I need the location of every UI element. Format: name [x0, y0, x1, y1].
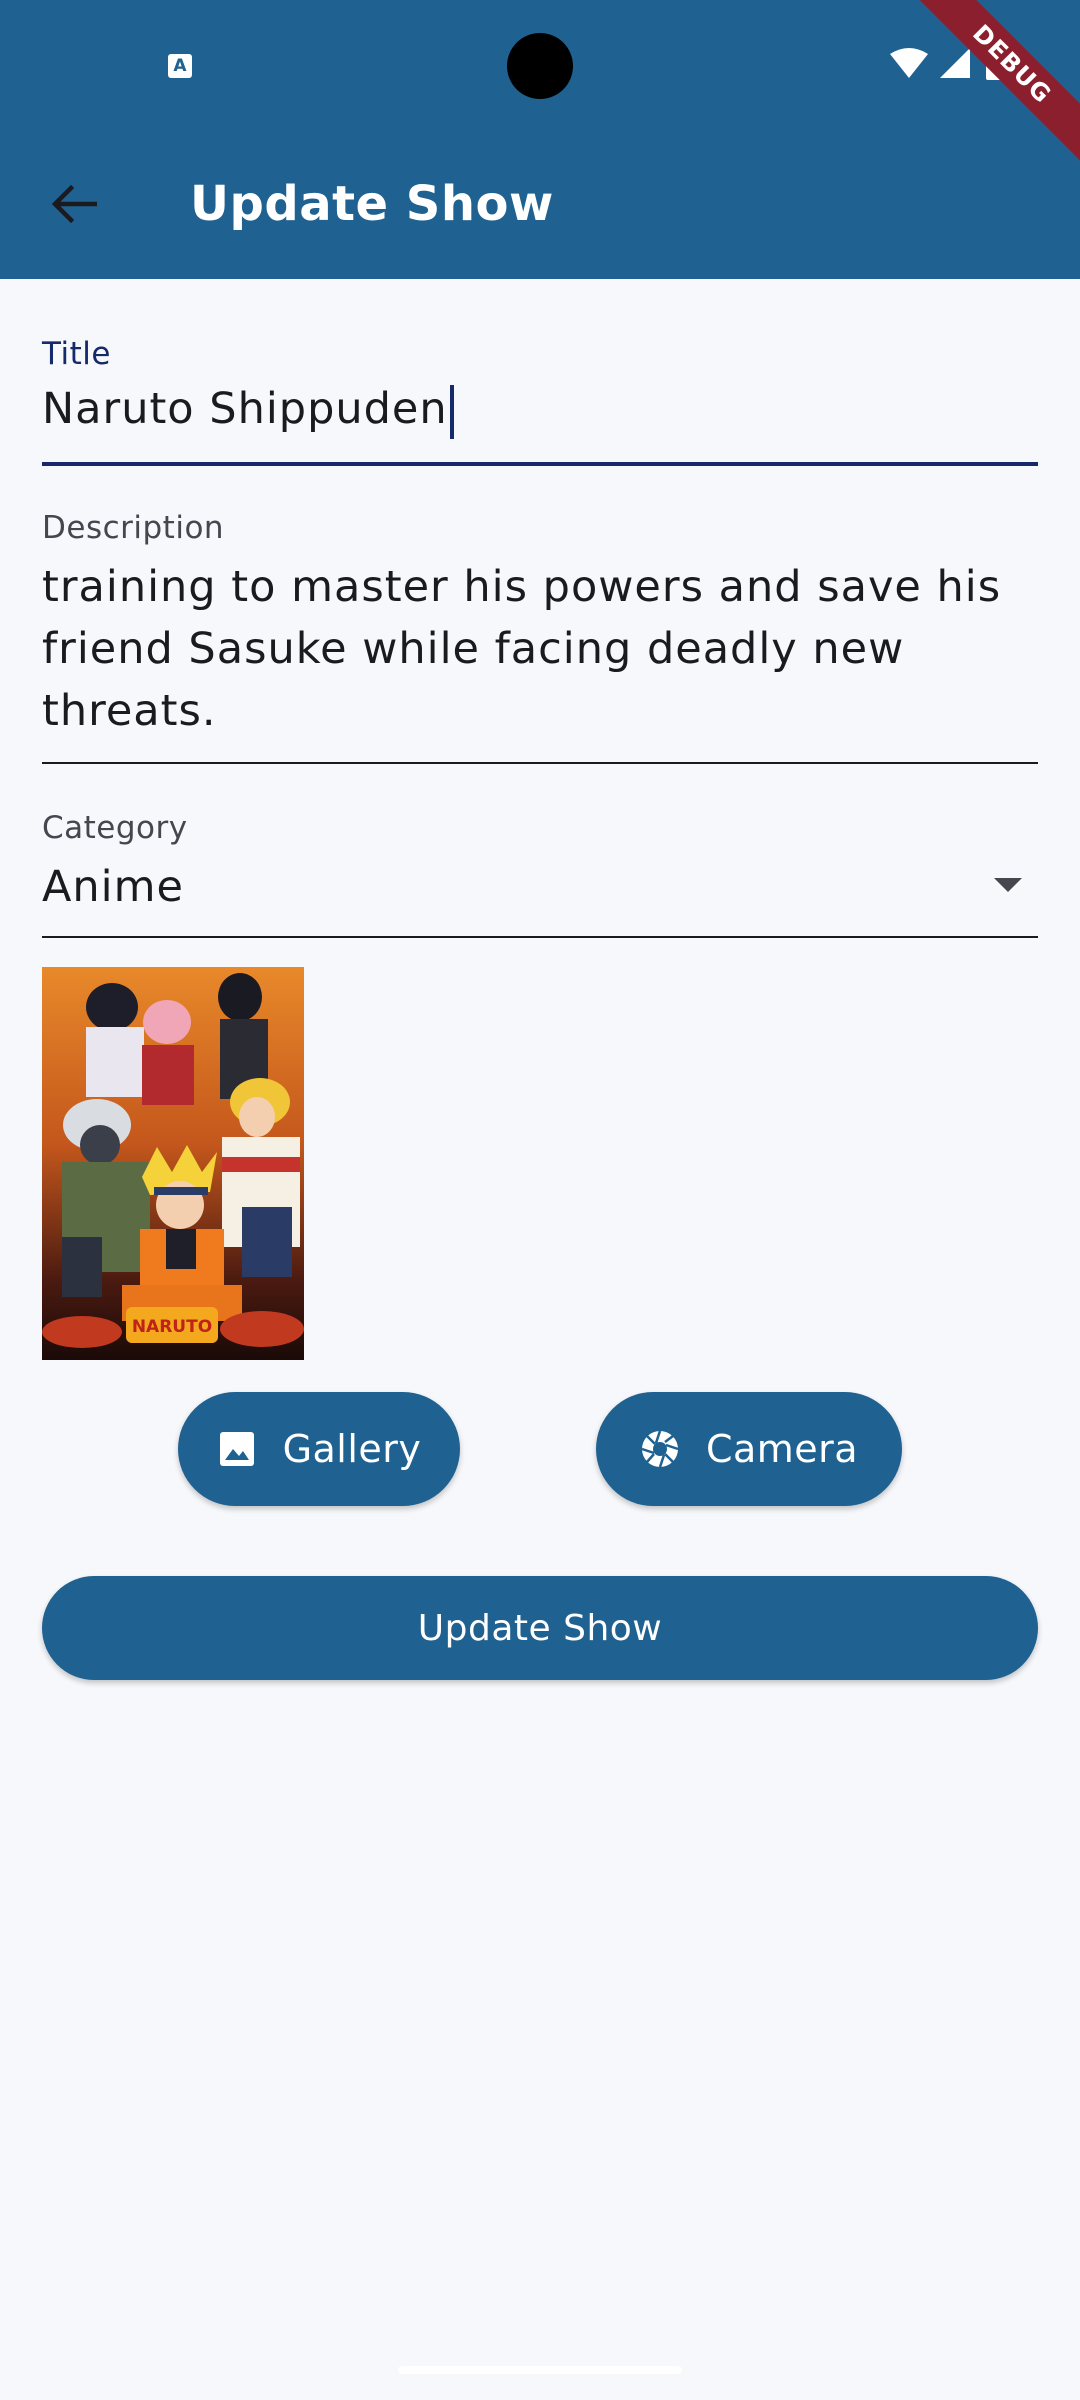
notification-icon: A	[168, 54, 192, 78]
description-underline	[42, 762, 1038, 764]
title-input[interactable]: Naruto Shippuden	[42, 378, 1038, 440]
category-label: Category	[42, 810, 188, 846]
description-field[interactable]: Description training to master his power…	[42, 508, 1038, 766]
camera-label: Camera	[705, 1427, 859, 1471]
image-icon	[217, 1429, 257, 1469]
gallery-label: Gallery	[282, 1427, 422, 1471]
category-dropdown[interactable]: Category Anime	[42, 808, 1038, 940]
back-button[interactable]	[36, 166, 112, 242]
camera-button[interactable]: Camera	[596, 1392, 902, 1506]
title-value: Naruto Shippuden	[42, 384, 448, 434]
app-bar: A DEBUG Update Show	[0, 0, 1080, 279]
description-input[interactable]: training to master his powers and save h…	[42, 556, 1038, 742]
home-indicator[interactable]	[398, 2366, 682, 2374]
text-cursor	[449, 384, 454, 439]
title-underline	[42, 462, 1038, 466]
category-underline	[42, 936, 1038, 938]
poster-logo-text: NARUTO	[132, 1317, 212, 1337]
status-bar: A DEBUG	[0, 0, 1080, 171]
category-value: Anime	[42, 862, 184, 912]
dropdown-arrow-icon	[994, 878, 1022, 892]
wifi-icon	[890, 48, 928, 78]
camera-icon	[640, 1429, 680, 1469]
title-field[interactable]: Title Naruto Shippuden	[42, 334, 1038, 468]
signal-icon	[940, 48, 970, 78]
description-label: Description	[42, 510, 225, 546]
title-label: Title	[42, 336, 111, 372]
gallery-button[interactable]: Gallery	[178, 1392, 460, 1506]
page-title: Update Show	[190, 176, 554, 232]
update-show-button[interactable]: Update Show	[42, 1576, 1038, 1680]
show-poster-image: NARUTO	[42, 967, 304, 1360]
update-show-label: Update Show	[417, 1607, 663, 1649]
arrow-back-icon	[51, 184, 97, 224]
camera-cutout	[507, 33, 573, 99]
